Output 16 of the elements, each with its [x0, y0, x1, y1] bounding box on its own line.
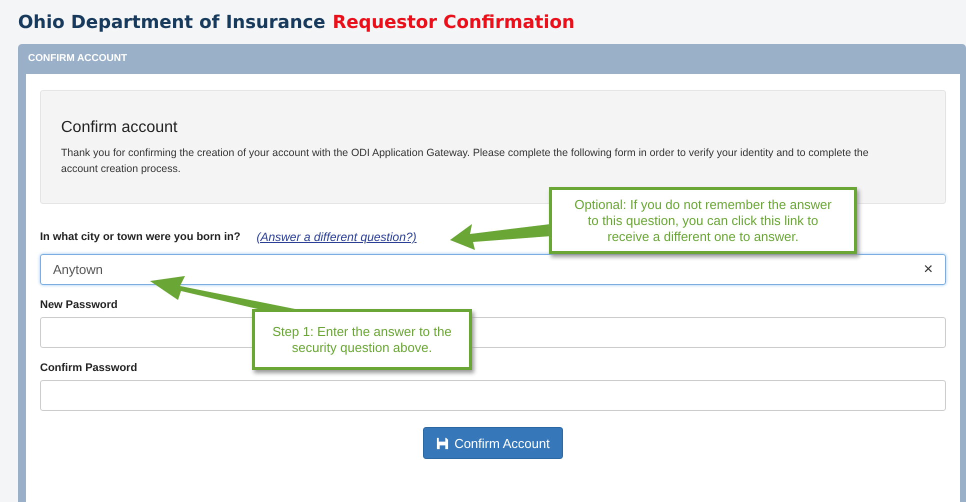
intro-text: Thank you for confirming the creation of your account with the ODI Application Gateway. Please complete the following form in order to verify your identity and to complete the account creation process. — [61, 146, 870, 177]
panel-header: CONFIRM ACCOUNT — [27, 52, 128, 66]
password-field[interactable] — [40, 380, 946, 411]
page-title: Requestor Confirmation — [332, 12, 575, 32]
clear-button[interactable]: × — [924, 260, 933, 278]
site-title: Ohio Department of Insurance — [18, 12, 326, 32]
different-question-link[interactable]: (Answer a different question?) — [256, 230, 417, 244]
save-icon — [436, 436, 450, 450]
callout: Step 1: Enter the answer to the security question above. — [252, 309, 472, 370]
field-label: In what city or town were you born in? — [40, 231, 240, 243]
confirm-account-button[interactable]: Confirm Account — [423, 427, 563, 459]
callout: Optional: If you do not remember the answer to this question, you can click this link to receive a different one to answer. — [549, 187, 857, 254]
field-label: Confirm Password — [40, 362, 138, 374]
answer-field[interactable]: Anytown × — [40, 254, 946, 285]
field-label: New Password — [40, 299, 118, 311]
intro-heading: Confirm account — [61, 119, 178, 137]
